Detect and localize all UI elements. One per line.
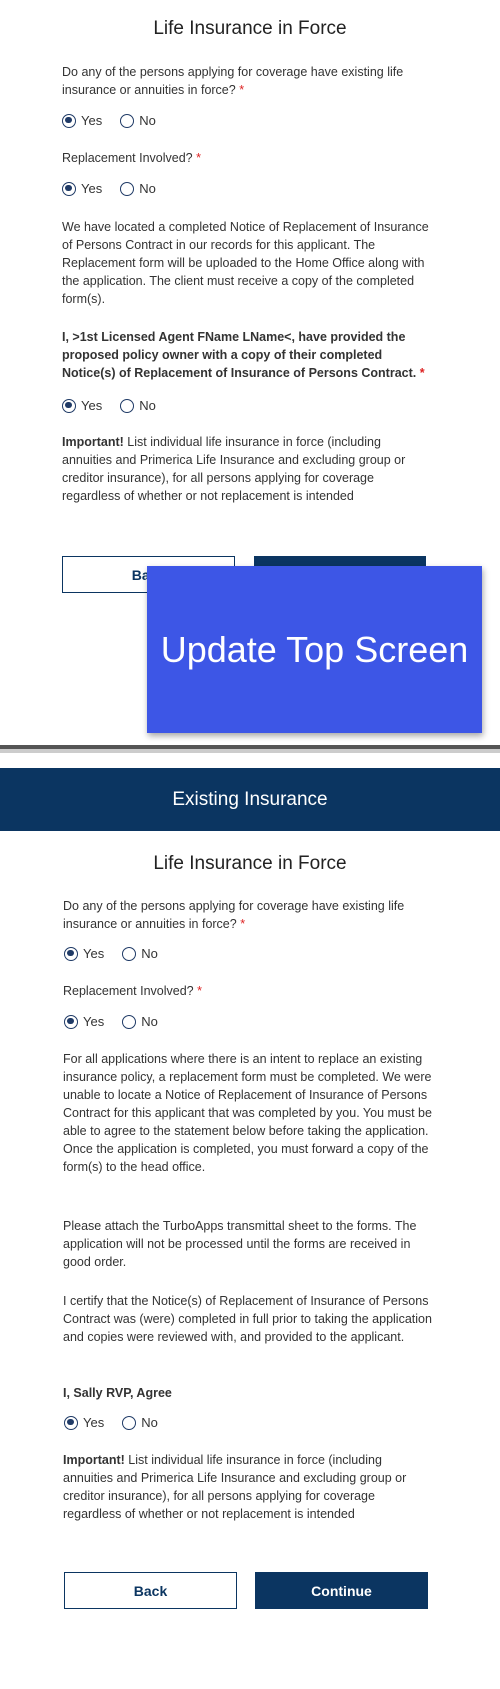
radio-yes[interactable]: Yes [62,181,102,196]
required-marker: * [239,83,245,97]
question-existing-insurance: Do any of the persons applying for cover… [63,897,435,933]
callout-text: Update Top Screen [160,628,469,670]
radio-no[interactable]: No [120,398,156,413]
radio-yes-indicator[interactable] [62,181,76,196]
radio-yes-indicator[interactable] [64,1415,78,1430]
radio-group-agent-statement: Yes No [62,398,174,413]
radio-yes-label: Yes [81,113,103,128]
radio-no[interactable]: No [122,1415,158,1430]
radio-yes-indicator[interactable] [64,1014,78,1029]
radio-yes-indicator[interactable] [62,113,76,128]
agent-statement: I, >1st Licensed Agent FName LName<, hav… [62,328,432,382]
continue-button[interactable]: Continue [255,1572,428,1609]
important-label: Important! [63,1453,125,1467]
important-note: Important! List individual life insuranc… [62,433,432,505]
radio-no-indicator[interactable] [120,113,135,128]
radio-yes-label: Yes [81,398,103,413]
radio-no-label: No [141,1415,158,1430]
radio-yes[interactable]: Yes [64,946,104,961]
question-replacement: Replacement Involved? * [63,982,435,1000]
radio-no[interactable]: No [120,113,156,128]
page-title: Life Insurance in Force [153,853,347,874]
radio-no-label: No [139,181,156,196]
back-button-label: Back [133,1582,168,1599]
required-marker: * [419,366,425,380]
page-title: Life Insurance in Force [153,18,347,39]
continue-button-label: Continue [311,1582,372,1599]
radio-group-replacement: Yes No [62,181,174,196]
radio-group-agree: Yes No [64,1415,176,1430]
radio-group-replacement: Yes No [64,1014,176,1029]
radio-no-indicator[interactable] [120,181,135,196]
important-label: Important! [62,435,124,449]
question-replacement: Replacement Involved? * [62,149,432,167]
radio-yes[interactable]: Yes [64,1014,104,1029]
app-header: Existing Insurance [0,768,500,831]
radio-no-indicator[interactable] [120,398,135,413]
certification-text: I certify that the Notice(s) of Replacem… [63,1294,432,1344]
question-existing-insurance: Do any of the persons applying for cover… [62,63,432,99]
replacement-notice-text: We have located a completed Notice of Re… [62,220,429,306]
radio-no-label: No [139,113,156,128]
radio-yes[interactable]: Yes [62,113,102,128]
question-text: Replacement Involved? [62,151,193,165]
radio-no-indicator[interactable] [122,1014,137,1029]
divider-shadow [0,749,500,753]
radio-no-label: No [141,1014,158,1029]
radio-no-label: No [139,398,156,413]
radio-no-indicator[interactable] [122,1415,137,1430]
radio-group-existing-insurance: Yes No [64,946,176,961]
radio-yes-label: Yes [83,1014,105,1029]
bottom-screen: Existing Insurance Life Insurance in For… [0,768,500,1689]
screen-divider [0,745,500,768]
radio-yes-indicator[interactable] [64,946,78,961]
radio-yes[interactable]: Yes [62,398,102,413]
required-marker: * [197,984,202,998]
agent-statement-text: I, >1st Licensed Agent FName LName<, hav… [62,330,417,380]
required-marker: * [240,917,246,931]
radio-yes-label: Yes [83,1415,105,1430]
radio-yes-label: Yes [83,946,105,961]
replacement-instructions: For all applications where there is an i… [63,1052,432,1174]
radio-no-indicator[interactable] [122,946,137,961]
question-text: Do any of the persons applying for cover… [63,899,405,931]
radio-no-label: No [141,946,158,961]
radio-no[interactable]: No [122,1014,158,1029]
radio-no[interactable]: No [120,181,156,196]
radio-yes[interactable]: Yes [64,1415,104,1430]
question-text: Do any of the persons applying for cover… [62,65,404,97]
required-marker: * [196,151,201,165]
radio-yes-label: Yes [81,181,103,196]
question-text: Replacement Involved? [63,984,194,998]
agree-label: I, Sally RVP, Agree [63,1386,172,1400]
update-top-screen-callout: Update Top Screen [147,566,482,733]
radio-group-existing-insurance: Yes No [62,113,174,128]
transmittal-instructions: Please attach the TurboApps transmittal … [63,1219,417,1269]
important-note: Important! List individual life insuranc… [63,1451,435,1523]
radio-no[interactable]: No [122,946,158,961]
radio-yes-indicator[interactable] [62,398,76,413]
back-button[interactable]: Back [64,1572,237,1609]
header-title: Existing Insurance [172,788,328,810]
